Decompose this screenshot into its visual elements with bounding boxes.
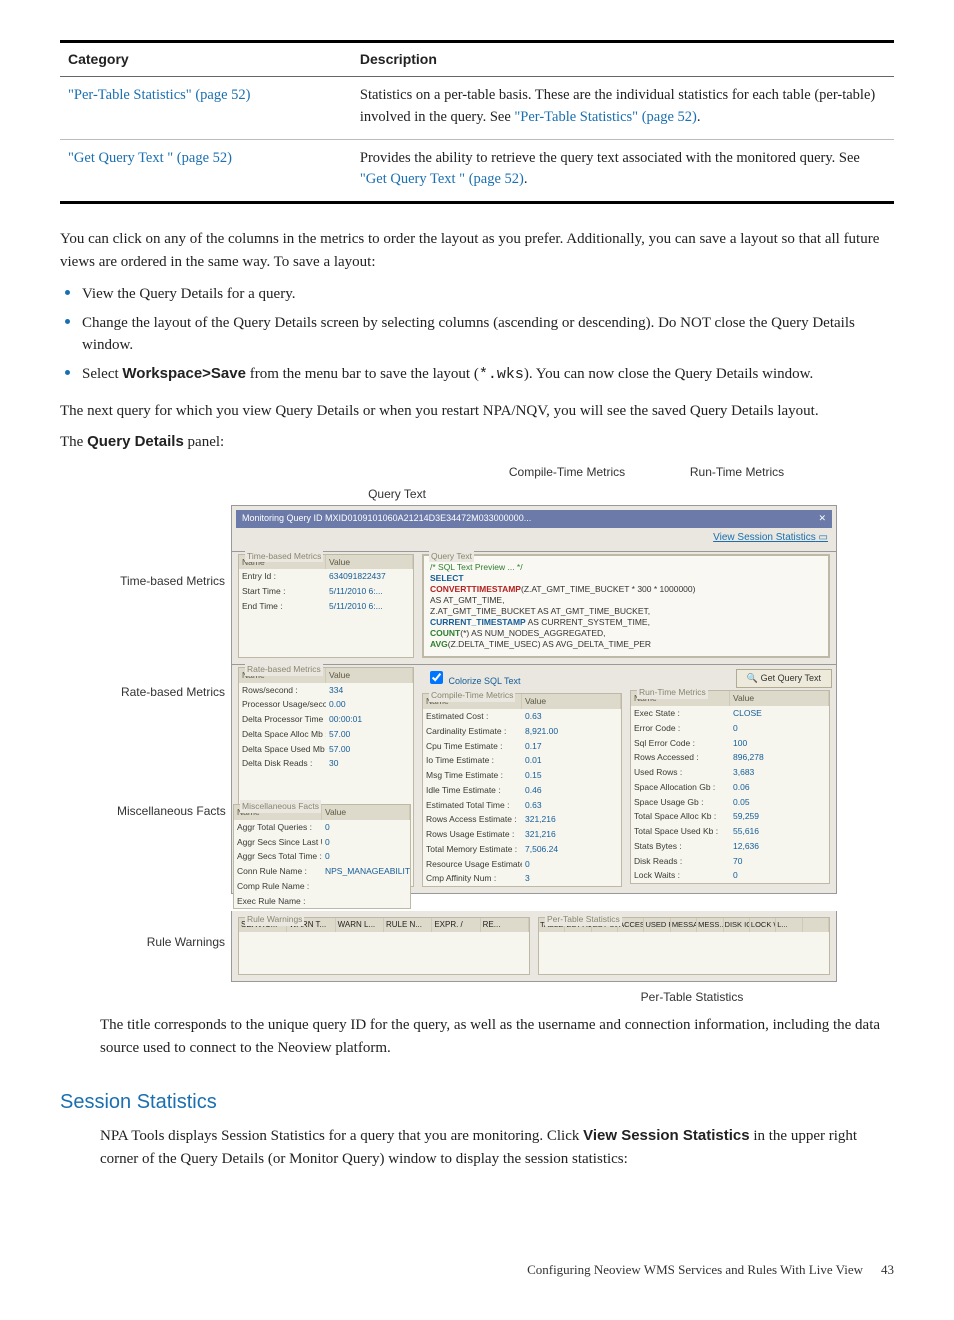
query-details-figure: Compile-Time Metrics Run-Time Metrics Qu…	[60, 463, 894, 1006]
view-session-stats-link[interactable]: View Session Statistics	[713, 532, 816, 543]
query-details-panel: Monitoring Query ID MXID0109101060A21214…	[231, 505, 837, 552]
get-query-text-button[interactable]: 🔍 Get Query Text	[736, 669, 832, 689]
per-table-stats-panel: Per-Table Statistics TABLE... EST AC... …	[538, 917, 830, 975]
list-item: View the Query Details for a query.	[82, 281, 894, 306]
colorize-checkbox[interactable]	[430, 671, 443, 684]
intro-paragraph: You can click on any of the columns in t…	[60, 228, 894, 273]
run-time-panel: Run-Time Metrics NameValue Exec State :C…	[630, 690, 830, 884]
list-item: Change the layout of the Query Details s…	[82, 310, 894, 357]
file-ext: *.wks	[479, 366, 524, 383]
paragraph: The next query for which you view Query …	[60, 400, 894, 423]
paragraph: The Query Details panel:	[60, 431, 894, 454]
side-label-time-based: Time-based Metrics	[117, 552, 227, 665]
paragraph: NPA Tools displays Session Statistics fo…	[100, 1125, 894, 1170]
callout-per-table: Per-Table Statistics	[641, 988, 744, 1006]
table-row: "Per-Table Statistics" (page 52) Statist…	[60, 77, 894, 140]
query-text-panel: Query Text /* SQL Text Preview ... */ SE…	[422, 554, 830, 658]
side-label-misc-facts: Miscellaneous Facts	[117, 802, 227, 911]
callout-run-time: Run-Time Metrics	[657, 463, 817, 481]
page-footer: Configuring Neoview WMS Services and Rul…	[60, 1260, 894, 1280]
paragraph: The title corresponds to the unique quer…	[100, 1014, 894, 1059]
category-table: Category Description "Per-Table Statisti…	[60, 40, 894, 204]
callout-query-text: Query Text	[317, 485, 477, 503]
list-item: Select Workspace>Save from the menu bar …	[82, 361, 894, 387]
side-label-rule-warnings: Rule Warnings	[117, 911, 227, 982]
th-category: Category	[60, 42, 352, 77]
compile-time-panel: Compile-Time Metrics NameValue Estimated…	[422, 693, 622, 887]
desc-text: Provides the ability to retrieve the que…	[360, 150, 860, 166]
rule-warnings-panel: Rule Warnings SERVIC... WARN T... WARN L…	[238, 917, 530, 975]
footer-title: Configuring Neoview WMS Services and Rul…	[527, 1260, 863, 1280]
table-row: "Get Query Text " (page 52) Provides the…	[60, 139, 894, 203]
menu-path: Workspace>Save	[122, 365, 246, 382]
desc-link[interactable]: "Get Query Text " (page 52)	[360, 171, 524, 187]
desc-link[interactable]: "Per-Table Statistics" (page 52)	[514, 109, 696, 125]
time-based-panel: Time-based Metrics NameValue Entry Id :6…	[238, 554, 414, 658]
misc-facts-panel: Miscellaneous Facts NameValue Aggr Total…	[233, 804, 411, 909]
maximize-icon[interactable]: ▭	[819, 532, 828, 543]
callout-compile-time: Compile-Time Metrics	[477, 463, 657, 481]
cat-link[interactable]: "Get Query Text " (page 52)	[68, 150, 232, 166]
page-number: 43	[881, 1260, 894, 1280]
cat-link[interactable]: "Per-Table Statistics" (page 52)	[68, 87, 250, 103]
close-icon[interactable]: ✕	[818, 512, 826, 526]
section-heading: Session Statistics	[60, 1087, 894, 1117]
window-title-bar: Monitoring Query ID MXID0109101060A21214…	[236, 510, 832, 528]
th-description: Description	[352, 42, 894, 77]
steps-list: View the Query Details for a query. Chan…	[82, 281, 894, 386]
